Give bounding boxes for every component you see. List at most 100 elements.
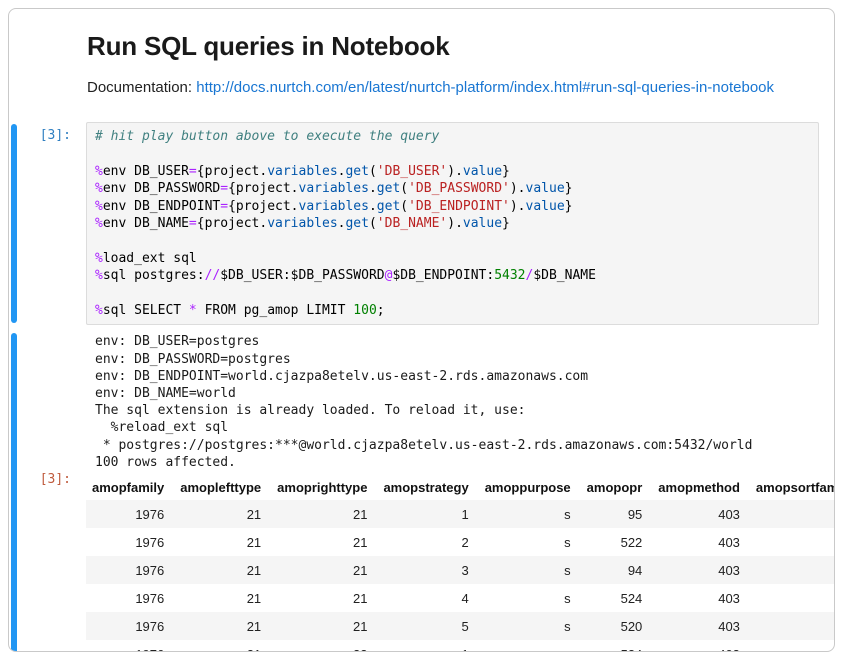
table-cell: 524 (581, 584, 653, 612)
code-token: get (345, 216, 368, 231)
code-token: } (565, 199, 573, 214)
table-cell: 0 (750, 612, 835, 640)
stream-output: env: DB_USER=postgres env: DB_PASSWORD=p… (86, 331, 819, 471)
documentation-link[interactable]: http://docs.nurtch.com/en/latest/nurtch-… (196, 79, 774, 96)
table-cell: s (479, 500, 581, 528)
code-token: variables (299, 181, 369, 196)
code-text: # hit play button above to execute the q… (95, 128, 810, 319)
table-row: 197621231s5344030 (86, 640, 835, 652)
table-cell: 403 (652, 500, 750, 528)
table-cell: 1976 (86, 556, 174, 584)
code-token: env DB_ENDPOINT (103, 199, 220, 214)
code-token: } (502, 216, 510, 231)
code-token: get (377, 181, 400, 196)
code-token: {project. (228, 181, 298, 196)
table-cell: 403 (652, 556, 750, 584)
code-token: = (189, 164, 197, 179)
table-row: 197621214s5244030 (86, 584, 835, 612)
code-token: value (463, 216, 502, 231)
code-token: {project. (228, 199, 298, 214)
cell-focus-bar[interactable] (11, 124, 17, 323)
table-cell: s (479, 584, 581, 612)
table-cell: 94 (581, 556, 653, 584)
table-cell: 403 (652, 612, 750, 640)
table-cell: 1976 (86, 640, 174, 652)
table-cell: 1976 (86, 584, 174, 612)
table-row: 197621212s5224030 (86, 528, 835, 556)
table-cell: 534 (581, 640, 653, 652)
code-token: 'DB_ENDPOINT' (408, 199, 510, 214)
column-header: amopstrategy (377, 475, 478, 500)
code-token: get (345, 164, 368, 179)
input-prompt: [3]: (40, 128, 71, 143)
code-token: = (220, 199, 228, 214)
table-cell: 403 (652, 528, 750, 556)
code-token: . (369, 181, 377, 196)
code-token: ). (510, 181, 526, 196)
code-token: get (377, 199, 400, 214)
code-token: ). (447, 216, 463, 231)
table-cell: 0 (750, 528, 835, 556)
table-cell: 21 (271, 556, 377, 584)
code-token: variables (267, 216, 337, 231)
code-token: ). (447, 164, 463, 179)
code-token: env DB_PASSWORD (103, 181, 220, 196)
code-token: . (369, 199, 377, 214)
code-token: * (189, 303, 197, 318)
result-table-header: amopfamilyamoplefttypeamoprighttypeamops… (86, 475, 835, 500)
result-table-body: 197621211s954030197621212s52240301976212… (86, 500, 835, 652)
code-token: env DB_NAME (103, 216, 189, 231)
code-token: ( (369, 216, 377, 231)
table-cell: 21 (271, 528, 377, 556)
table-cell: 95 (581, 500, 653, 528)
column-header: amoprighttype (271, 475, 377, 500)
code-token: = (189, 216, 197, 231)
table-cell: 0 (750, 584, 835, 612)
code-cell-gutter: [3]: (9, 122, 86, 325)
code-token: = (220, 181, 228, 196)
table-cell: 1 (377, 640, 478, 652)
table-cell: 21 (174, 528, 271, 556)
code-token: % (95, 303, 103, 318)
table-cell: 1976 (86, 528, 174, 556)
code-token: sql postgres: (103, 268, 205, 283)
code-token: value (526, 199, 565, 214)
column-header: amoplefttype (174, 475, 271, 500)
code-cell: [3]: # hit play button above to execute … (9, 122, 834, 325)
code-token: $DB_NAME (533, 268, 596, 283)
code-token: % (95, 181, 103, 196)
code-token: ( (400, 199, 408, 214)
table-cell: 403 (652, 640, 750, 652)
table-cell: 21 (271, 584, 377, 612)
table-cell: 3 (377, 556, 478, 584)
table-cell: 1976 (86, 500, 174, 528)
table-cell: 23 (271, 640, 377, 652)
code-token: 100 (353, 303, 376, 318)
code-token: 'DB_USER' (377, 164, 447, 179)
code-token: ; (377, 303, 385, 318)
code-token: variables (267, 164, 337, 179)
output-cell: [3]: env: DB_USER=postgres env: DB_PASSW… (9, 331, 834, 652)
table-cell: 520 (581, 612, 653, 640)
table-cell: 0 (750, 556, 835, 584)
table-cell: 21 (174, 640, 271, 652)
table-cell: 0 (750, 500, 835, 528)
table-cell: 2 (377, 528, 478, 556)
table-cell: s (479, 556, 581, 584)
code-token: {project. (197, 216, 267, 231)
table-cell: 21 (174, 612, 271, 640)
cell-focus-bar[interactable] (11, 333, 17, 652)
code-token: // (205, 268, 221, 283)
documentation-line: Documentation: http://docs.nurtch.com/en… (87, 79, 819, 96)
code-token: ). (510, 199, 526, 214)
column-header: amopmethod (652, 475, 750, 500)
code-token: } (502, 164, 510, 179)
code-token: FROM pg_amop LIMIT (197, 303, 354, 318)
table-cell: 21 (174, 556, 271, 584)
table-cell: s (479, 640, 581, 652)
code-editor[interactable]: # hit play button above to execute the q… (86, 122, 819, 325)
code-token: sql SELECT (103, 303, 189, 318)
code-token: % (95, 164, 103, 179)
table-cell: 21 (174, 500, 271, 528)
markdown-cell: Run SQL queries in Notebook Documentatio… (9, 9, 834, 96)
